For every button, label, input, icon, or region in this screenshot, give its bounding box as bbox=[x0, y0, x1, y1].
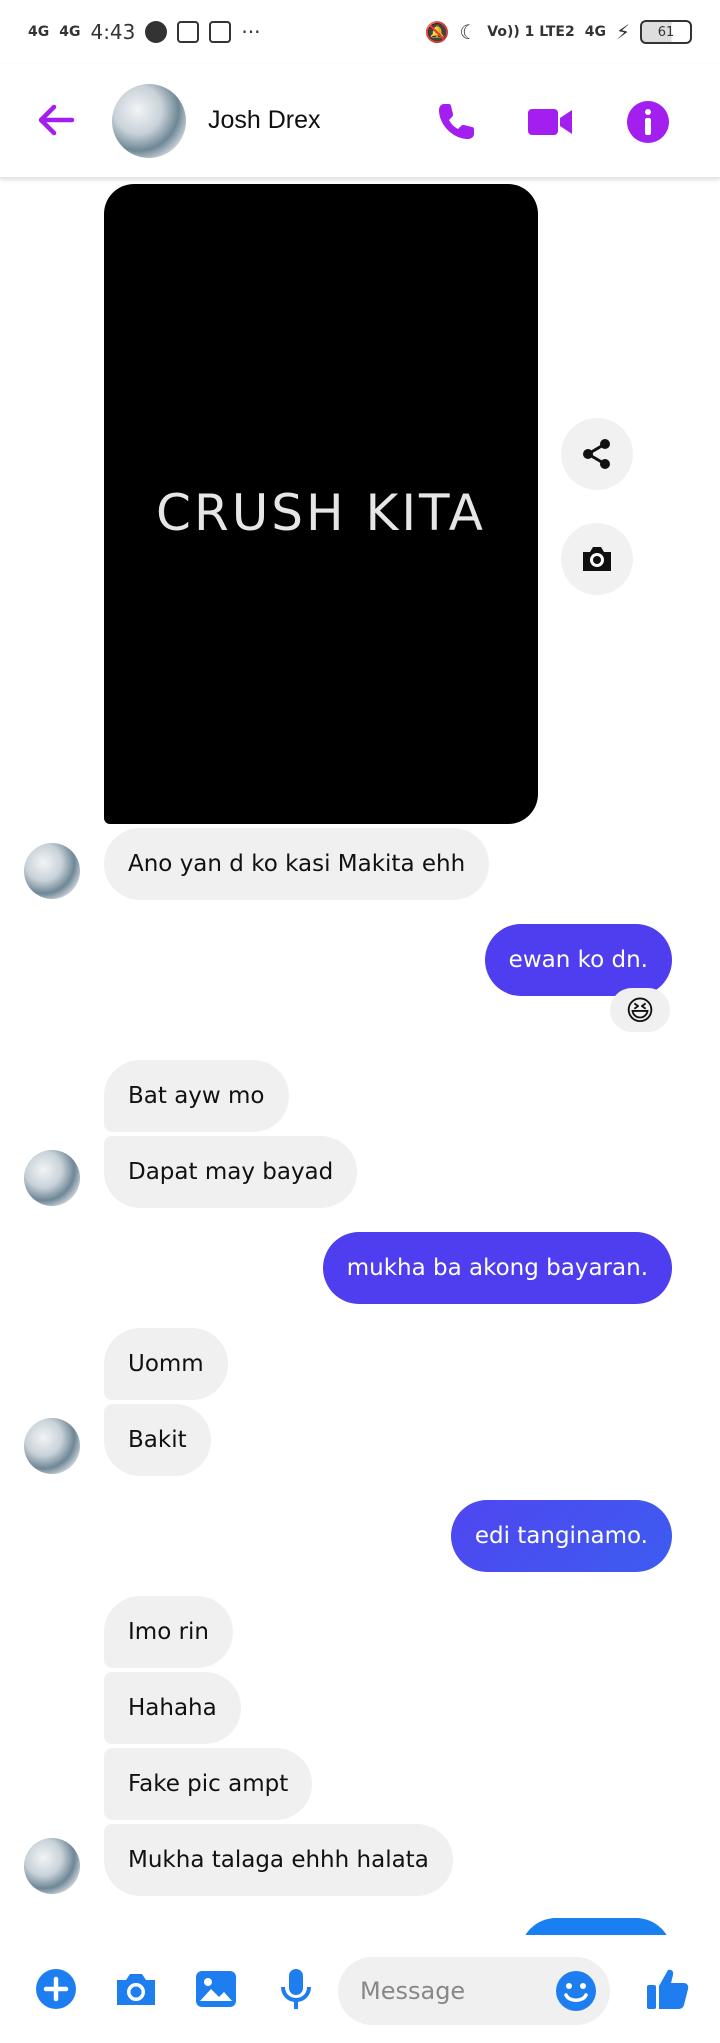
mute-icon: 🔕 bbox=[424, 20, 450, 44]
moon-icon: ☾ bbox=[459, 20, 478, 44]
message-text: Fake pic ampt bbox=[128, 1771, 289, 1797]
signal-1-label: 4G bbox=[28, 24, 50, 40]
status-time: 4:43 bbox=[90, 20, 136, 44]
contact-avatar-small[interactable] bbox=[24, 843, 80, 899]
message-bubble[interactable]: Ano yan d ko kasi Makita ehh bbox=[104, 828, 490, 900]
message-composer bbox=[0, 1935, 720, 2043]
charging-icon: ⚡ bbox=[615, 20, 630, 44]
message-bubble[interactable]: Imo rin bbox=[104, 1596, 233, 1668]
gallery-button[interactable] bbox=[192, 1965, 240, 2013]
more-actions-button[interactable] bbox=[32, 1965, 80, 2013]
info-icon bbox=[627, 101, 669, 143]
plus-icon bbox=[36, 1969, 76, 2009]
contact-avatar-small[interactable] bbox=[24, 1418, 80, 1474]
status-right: 🔕 ☾ Vo)) 1 LTE2 4G ⚡ 61 bbox=[424, 20, 692, 44]
emoji-button[interactable] bbox=[554, 1969, 598, 2013]
message-text: Imo rin bbox=[128, 1619, 209, 1645]
contact-avatar[interactable] bbox=[112, 84, 186, 158]
app-icon bbox=[177, 21, 200, 43]
like-button[interactable] bbox=[644, 1965, 692, 2013]
contact-avatar-small[interactable] bbox=[24, 1150, 80, 1206]
message-bubble[interactable]: Mukha talaga ehhh halata bbox=[104, 1824, 453, 1896]
image-icon bbox=[196, 1971, 236, 2007]
message-bubble[interactable]: Fake pic ampt bbox=[104, 1748, 313, 1820]
message-bubble-partial[interactable] bbox=[520, 1918, 672, 1935]
status-left: 4G 4G 4:43 ··· bbox=[28, 20, 260, 44]
facebook-icon bbox=[209, 21, 232, 43]
contact-avatar-small[interactable] bbox=[24, 1838, 80, 1894]
more-notifications-icon: ··· bbox=[241, 20, 261, 44]
message-text: edi tanginamo. bbox=[474, 1523, 648, 1549]
message-list[interactable]: CRUSH KITA Ano yan d ko kasi Makita ehh … bbox=[0, 178, 720, 1935]
camera-button[interactable] bbox=[112, 1965, 160, 2013]
message-text: Mukha talaga ehhh halata bbox=[128, 1847, 429, 1873]
share-icon bbox=[583, 439, 610, 469]
contact-name[interactable]: Josh Drex bbox=[208, 106, 321, 135]
call-button[interactable] bbox=[432, 98, 480, 146]
message-text: Bat ayw mo bbox=[128, 1083, 265, 1109]
phone-icon bbox=[439, 104, 474, 139]
arrow-left-icon bbox=[38, 104, 75, 136]
battery-icon: 61 bbox=[640, 20, 692, 44]
video-call-button[interactable] bbox=[526, 98, 574, 146]
back-button[interactable] bbox=[34, 98, 78, 142]
save-media-button[interactable] bbox=[561, 523, 633, 595]
messenger-icon bbox=[145, 21, 168, 43]
message-text: Uomm bbox=[128, 1351, 204, 1377]
network-4g-label: 4G bbox=[584, 24, 606, 40]
camera-icon bbox=[583, 547, 611, 571]
media-caption: CRUSH KITA bbox=[156, 484, 486, 542]
message-bubble[interactable]: Uomm bbox=[104, 1328, 228, 1400]
microphone-icon bbox=[281, 1969, 311, 2009]
message-text: Bakit bbox=[128, 1427, 187, 1453]
message-text: ewan ko dn. bbox=[508, 947, 648, 973]
info-button[interactable] bbox=[624, 98, 672, 146]
message-bubble[interactable]: mukha ba akong bayaran. bbox=[322, 1232, 672, 1304]
message-bubble[interactable]: ewan ko dn. bbox=[484, 924, 672, 996]
message-text: Dapat may bayad bbox=[128, 1159, 334, 1185]
smiley-icon bbox=[556, 1971, 596, 2011]
battery-level: 61 bbox=[657, 24, 675, 40]
network-label: Vo)) 1 LTE2 bbox=[487, 24, 575, 40]
thumbs-up-icon bbox=[647, 1969, 689, 2009]
message-bubble[interactable]: edi tanginamo. bbox=[450, 1500, 672, 1572]
status-bar: 4G 4G 4:43 ··· 🔕 ☾ Vo)) 1 LTE2 4G ⚡ 61 bbox=[0, 0, 720, 64]
message-bubble[interactable]: Dapat may bayad bbox=[104, 1136, 358, 1208]
message-bubble[interactable]: Bakit bbox=[104, 1404, 211, 1476]
chat-header: Josh Drex bbox=[0, 64, 720, 178]
message-reaction[interactable]: 😆 bbox=[610, 988, 670, 1032]
shared-media[interactable]: CRUSH KITA bbox=[104, 184, 538, 824]
video-camera-icon bbox=[528, 109, 572, 135]
camera-icon bbox=[117, 1974, 155, 2005]
message-text: Ano yan d ko kasi Makita ehh bbox=[128, 851, 466, 877]
message-text: Hahaha bbox=[128, 1695, 217, 1721]
signal-2-label: 4G bbox=[59, 24, 81, 40]
voice-button[interactable] bbox=[272, 1965, 320, 2013]
message-bubble[interactable]: Hahaha bbox=[104, 1672, 241, 1744]
message-text: mukha ba akong bayaran. bbox=[346, 1255, 648, 1281]
message-bubble[interactable]: Bat ayw mo bbox=[104, 1060, 289, 1132]
share-button[interactable] bbox=[561, 418, 633, 490]
laughing-emoji-icon: 😆 bbox=[625, 993, 655, 1027]
